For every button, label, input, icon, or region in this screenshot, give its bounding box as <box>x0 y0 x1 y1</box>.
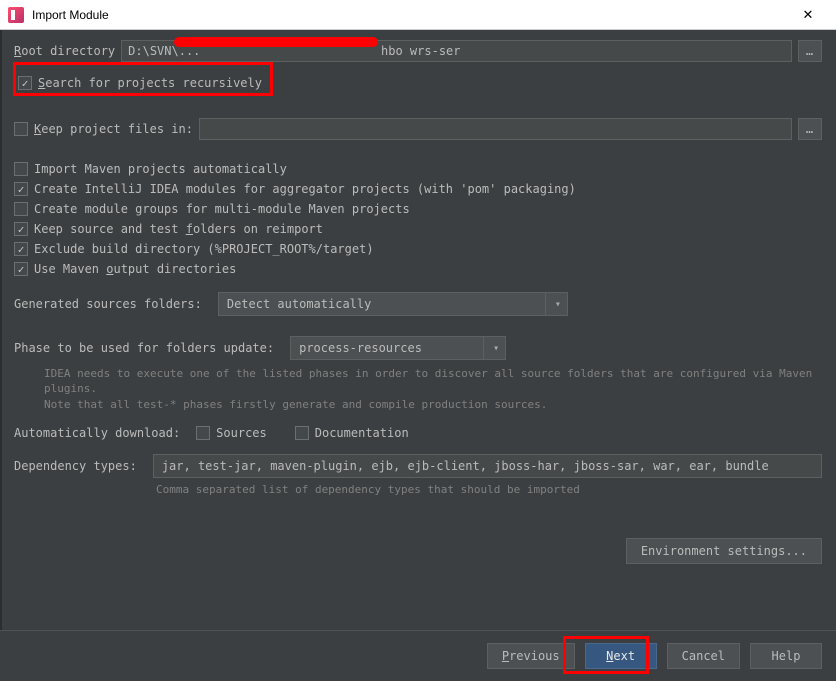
window-title: Import Module <box>32 8 109 22</box>
keep-project-files-checkbox[interactable] <box>14 122 28 136</box>
phase-label: Phase to be used for folders update: <box>14 341 274 355</box>
environment-settings-button[interactable]: Environment settings... <box>626 538 822 564</box>
keep-project-files-label[interactable]: Keep project files in: <box>34 122 193 136</box>
browse-root-button[interactable]: … <box>798 40 822 62</box>
exclude-build-label[interactable]: Exclude build directory (%PROJECT_ROOT%/… <box>34 242 374 256</box>
exclude-build-checkbox[interactable] <box>14 242 28 256</box>
keep-folders-label[interactable]: Keep source and test folders on reimport <box>34 222 323 236</box>
import-auto-checkbox[interactable] <box>14 162 28 176</box>
search-recursively-label[interactable]: Search for projects recursively <box>38 76 262 90</box>
phase-value: process-resources <box>299 341 422 355</box>
generated-sources-label: Generated sources folders: <box>14 297 202 311</box>
generated-sources-value: Detect automatically <box>227 297 372 311</box>
documentation-label[interactable]: Documentation <box>315 426 409 440</box>
documentation-checkbox[interactable] <box>295 426 309 440</box>
sources-label[interactable]: Sources <box>216 426 267 440</box>
dependency-types-label: Dependency types: <box>14 459 137 473</box>
create-groups-label[interactable]: Create module groups for multi-module Ma… <box>34 202 410 216</box>
browse-keep-files-button[interactable]: … <box>798 118 822 140</box>
keep-folders-checkbox[interactable] <box>14 222 28 236</box>
previous-button[interactable]: Previous <box>487 643 575 669</box>
keep-project-files-input[interactable] <box>199 118 792 140</box>
root-directory-input[interactable] <box>121 40 792 62</box>
dialog-footer: Previous Next Cancel Help <box>0 630 836 681</box>
app-icon <box>8 7 24 23</box>
create-groups-checkbox[interactable] <box>14 202 28 216</box>
use-output-label[interactable]: Use Maven output directories <box>34 262 236 276</box>
titlebar: Import Module ✕ <box>0 0 836 30</box>
root-directory-label: Root directory <box>14 44 115 58</box>
help-button[interactable]: Help <box>750 643 822 669</box>
sources-checkbox[interactable] <box>196 426 210 440</box>
phase-help-text: IDEA needs to execute one of the listed … <box>44 366 822 412</box>
import-auto-label[interactable]: Import Maven projects automatically <box>34 162 287 176</box>
cancel-button[interactable]: Cancel <box>667 643 740 669</box>
dialog-content: Root directory … Search for projects rec… <box>0 30 836 630</box>
phase-select[interactable]: process-resources <box>290 336 506 360</box>
next-button[interactable]: Next <box>585 643 657 669</box>
create-modules-label[interactable]: Create IntelliJ IDEA modules for aggrega… <box>34 182 576 196</box>
use-output-checkbox[interactable] <box>14 262 28 276</box>
create-modules-checkbox[interactable] <box>14 182 28 196</box>
close-button[interactable]: ✕ <box>788 1 828 29</box>
generated-sources-select[interactable]: Detect automatically <box>218 292 568 316</box>
search-recursively-checkbox[interactable] <box>18 76 32 90</box>
dependency-types-help: Comma separated list of dependency types… <box>156 482 822 497</box>
auto-download-label: Automatically download: <box>14 426 180 440</box>
dependency-types-input[interactable] <box>153 454 822 478</box>
